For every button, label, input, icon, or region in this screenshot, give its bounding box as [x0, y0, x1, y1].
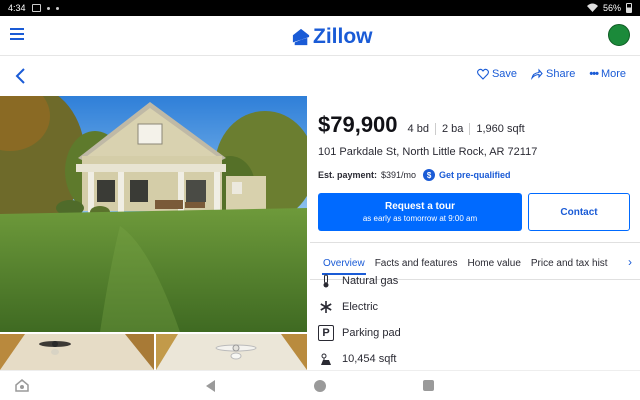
lot-size-value: 10,454 sqft	[342, 353, 397, 365]
dollar-icon: $	[423, 169, 436, 181]
notification-dot-icon	[46, 6, 50, 10]
status-time: 4:34	[8, 3, 26, 13]
battery-icon	[626, 3, 632, 13]
more-dots-icon: •••	[589, 68, 599, 80]
house-photo	[0, 96, 307, 332]
section-divider	[310, 242, 640, 243]
gallery-icon	[31, 4, 41, 12]
list-item: P Parking pad	[318, 320, 632, 346]
share-icon	[531, 68, 543, 80]
back-button[interactable]	[14, 67, 28, 85]
list-item: Natural gas	[318, 272, 632, 294]
system-back-icon[interactable]	[206, 380, 215, 392]
battery-level: 56%	[602, 3, 621, 13]
interior-ceiling-fan-photo	[156, 334, 307, 370]
est-payment-label: Est. payment:	[318, 170, 378, 180]
cooling-value: Electric	[342, 301, 379, 313]
thermometer-icon	[318, 273, 334, 289]
sqft-value: 1,960 sqft	[469, 123, 530, 135]
listing-details: $79,900 4 bd 2 ba 1,960 sqft 101 Parkdal…	[318, 96, 632, 231]
system-home-icon[interactable]	[314, 380, 326, 392]
interior-ceiling-fan-photo	[0, 334, 154, 370]
avatar[interactable]	[608, 24, 630, 46]
notification-dot-icon	[55, 6, 59, 10]
heart-icon	[476, 68, 489, 80]
more-label: More	[600, 68, 626, 80]
request-tour-label: Request a tour	[384, 201, 455, 212]
parking-value: Parking pad	[342, 327, 401, 339]
save-button[interactable]: Save	[476, 68, 518, 80]
listing-photo-thumbnail[interactable]	[0, 334, 154, 370]
lot-size-icon	[318, 351, 334, 367]
est-payment-value[interactable]: $391/mo	[381, 170, 416, 180]
heating-value: Natural gas	[342, 275, 399, 287]
features-list: Natural gas Electric P Parking pad 10,45…	[318, 272, 632, 367]
get-prequalified-link[interactable]: Get pre-qualified	[439, 170, 511, 180]
listing-photo-thumbnail[interactable]	[156, 334, 307, 370]
contact-button[interactable]: Contact	[528, 193, 630, 231]
brand-name: Zillow	[313, 25, 373, 48]
menu-icon[interactable]	[10, 28, 24, 40]
zillow-house-icon	[292, 28, 310, 46]
list-item: 10,454 sqft	[318, 346, 632, 367]
listing-address: 101 Parkdale St, North Little Rock, AR 7…	[318, 146, 538, 158]
share-button[interactable]: Share	[531, 68, 575, 80]
request-tour-button[interactable]: Request a tour as early as tomorrow at 9…	[318, 193, 522, 231]
listing-price: $79,900	[318, 112, 398, 137]
chevron-left-icon	[15, 68, 25, 84]
share-label: Share	[546, 68, 576, 80]
system-nav-bar	[0, 370, 640, 400]
listing-toolbar: Save Share ••• More	[0, 57, 640, 95]
listing-facts: 4 bd 2 ba 1,960 sqft	[408, 123, 531, 135]
listing-photo-main[interactable]	[0, 96, 307, 332]
app-header: Zillow	[0, 16, 640, 56]
beds-count: 4 bd	[407, 123, 429, 135]
wifi-icon	[586, 3, 598, 14]
home-launcher-icon[interactable]	[14, 378, 30, 392]
save-label: Save	[491, 68, 518, 80]
baths-count: 2 ba	[434, 123, 469, 135]
system-recents-icon[interactable]	[423, 380, 434, 391]
estimated-payment: Est. payment: $391/mo $ Get pre-qualifie…	[318, 169, 632, 181]
more-button[interactable]: ••• More	[589, 68, 626, 80]
request-tour-subtitle: as early as tomorrow at 9:00 am	[362, 214, 478, 223]
parking-icon: P	[318, 325, 334, 341]
zillow-logo[interactable]: Zillow	[292, 25, 373, 49]
status-bar: 4:34 56%	[0, 0, 640, 16]
list-item: Electric	[318, 294, 632, 320]
chevron-right-icon[interactable]: ›	[626, 255, 632, 269]
snowflake-icon	[318, 299, 334, 315]
